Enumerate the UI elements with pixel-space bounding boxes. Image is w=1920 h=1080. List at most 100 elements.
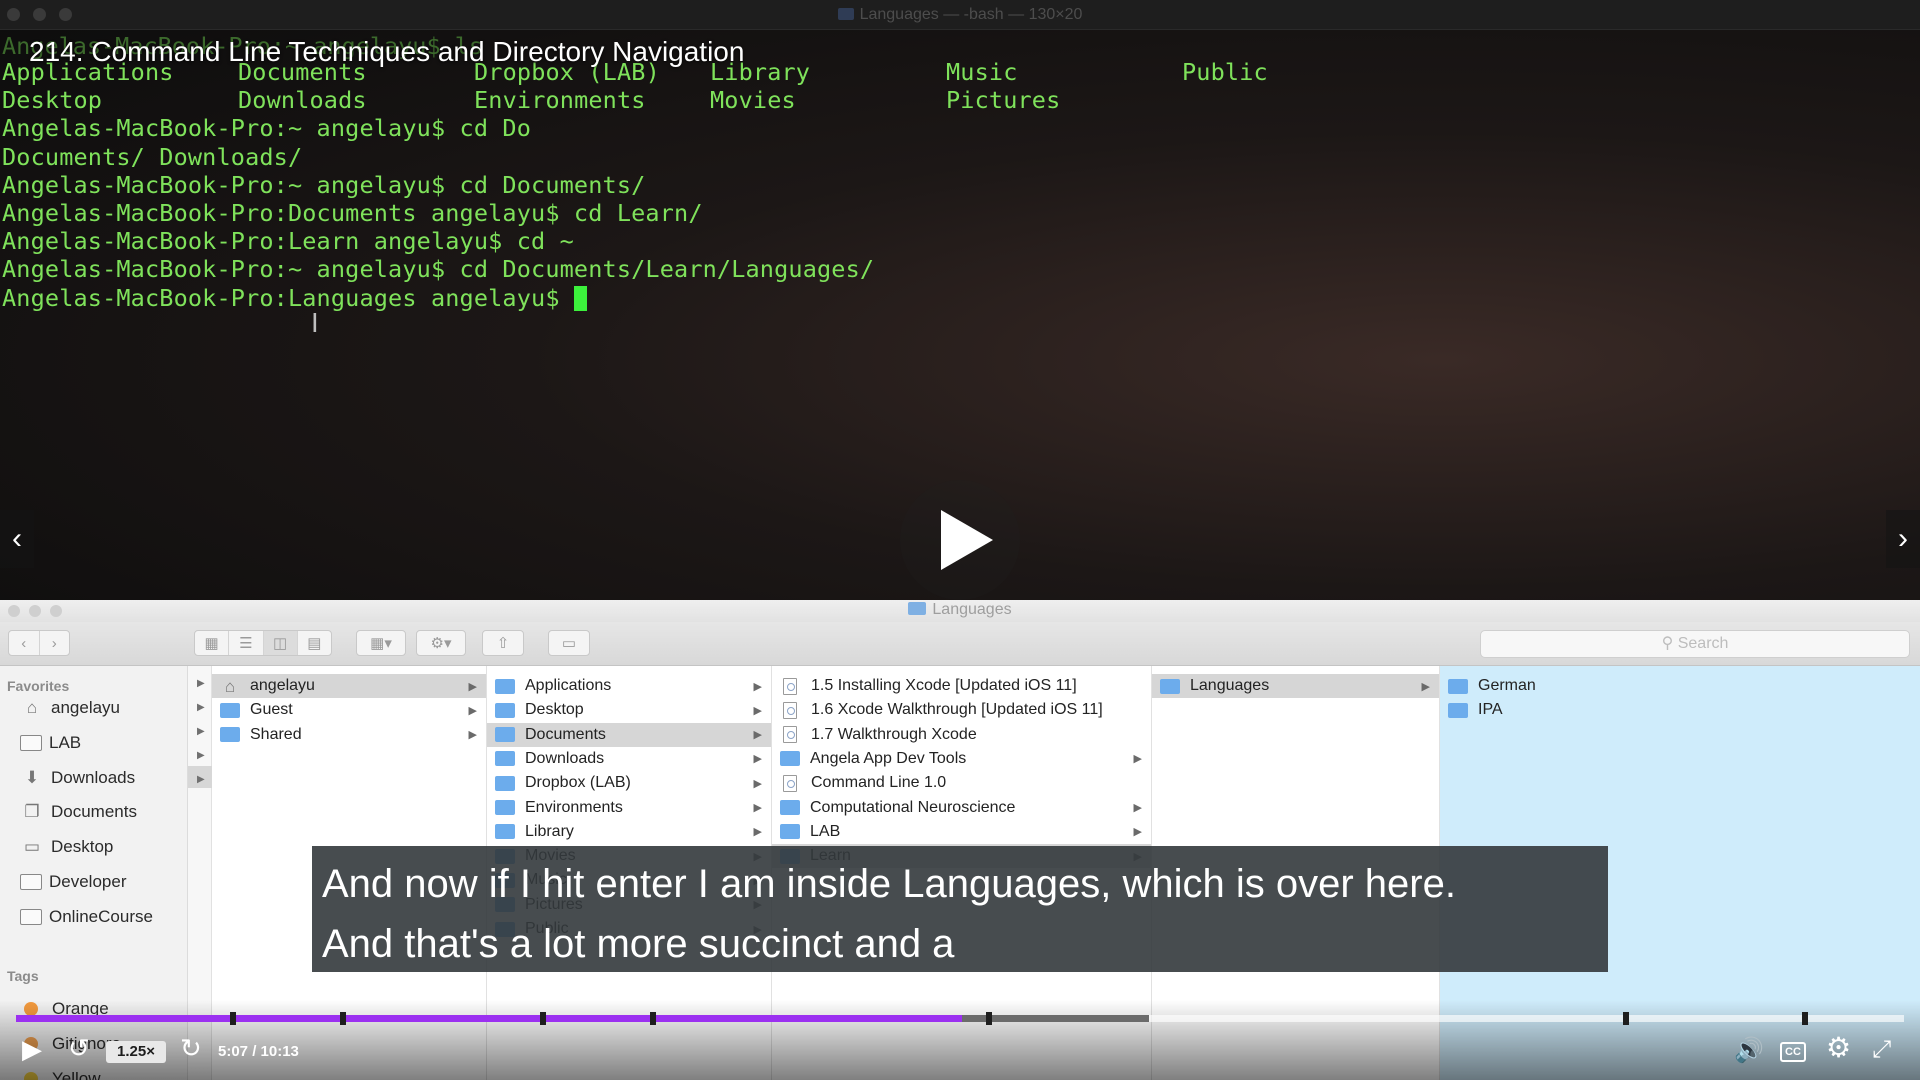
gallery-view-icon[interactable]: ▤ xyxy=(298,631,331,655)
terminal-title: Languages — -bash — 130×20 xyxy=(0,6,1920,24)
play-icon xyxy=(941,510,993,570)
next-lecture-button[interactable]: › xyxy=(1886,510,1920,568)
disclosure-triangle-icon[interactable]: ▶ xyxy=(197,702,205,713)
ls-entry: Library xyxy=(710,58,811,86)
column-view-icon[interactable]: ◫ xyxy=(263,631,298,655)
ls-entry: Pictures xyxy=(946,86,1061,115)
finder-row-label: Dropbox (LAB) xyxy=(525,774,631,792)
finder-row[interactable]: Angela App Dev Tools ▶ xyxy=(772,747,1151,771)
playback-speed-button[interactable]: 1.25× xyxy=(106,1041,166,1063)
disclosure-arrow-icon: ▶ xyxy=(753,729,762,742)
finder-row[interactable]: 1.7 Walkthrough Xcode xyxy=(772,723,1151,747)
sidebar-item-lab[interactable]: LAB xyxy=(20,729,81,757)
exit-fullscreen-button[interactable]: ⤢ xyxy=(1872,1036,1891,1064)
forward-icon: ↻ xyxy=(180,1033,202,1063)
tags-button[interactable]: ▭ xyxy=(548,630,590,656)
finder-row[interactable]: Languages ▶ xyxy=(1152,674,1439,698)
settings-button[interactable]: ⚙ xyxy=(1826,1031,1851,1064)
document-icon xyxy=(783,726,797,744)
back-forward-buttons[interactable]: ‹ › xyxy=(8,630,70,656)
chapter-marker[interactable] xyxy=(1802,1012,1809,1025)
play-button[interactable]: ▶ xyxy=(22,1034,42,1065)
view-mode-buttons[interactable]: ▦ ☰ ◫ ▤ xyxy=(194,630,332,656)
rewind-icon: ↺ xyxy=(68,1033,90,1063)
previous-lecture-button[interactable]: ‹ xyxy=(0,510,34,568)
exit-fullscreen-icon: ⤢ xyxy=(1872,1036,1892,1063)
finder-row[interactable]: Command Line 1.0 xyxy=(772,771,1151,795)
terminal-prompt-line[interactable]: Angelas-MacBook-Pro:Languages angelayu$ xyxy=(2,284,1418,312)
sidebar-item-downloads[interactable]: ⬇ Downloads xyxy=(20,764,135,792)
list-view-icon[interactable]: ☰ xyxy=(229,631,264,655)
share-button[interactable]: ⇧ xyxy=(482,630,524,656)
sidebar-item-documents[interactable]: ❐ Documents xyxy=(20,798,137,826)
sidebar-item-desktop[interactable]: ▭ Desktop xyxy=(20,833,113,861)
back-arrow-icon[interactable]: ‹ xyxy=(9,631,40,655)
big-play-button[interactable] xyxy=(900,480,1020,600)
finder-row[interactable]: Dropbox (LAB) ▶ xyxy=(487,771,771,795)
terminal-line: Angelas-MacBook-Pro:Documents angelayu$ … xyxy=(2,199,703,228)
close-window-button[interactable] xyxy=(8,605,20,617)
finder-row[interactable]: Applications ▶ xyxy=(487,674,771,698)
folder-icon xyxy=(780,824,800,840)
folder-icon xyxy=(780,751,800,767)
finder-row[interactable]: Library ▶ xyxy=(487,820,771,844)
forward-5s-button[interactable]: ↻ xyxy=(180,1033,202,1064)
disclosure-arrow-icon: ▶ xyxy=(468,680,477,693)
progress-bar[interactable] xyxy=(16,1012,1904,1025)
finder-row[interactable]: German xyxy=(1440,674,1920,698)
search-input[interactable]: ⚲ Search xyxy=(1480,630,1910,658)
video-player[interactable]: Languages — -bash — 130×20 Angelas-MacBo… xyxy=(0,0,1920,1080)
folder-icon xyxy=(495,775,515,791)
disclosure-triangle-icon[interactable]: ▶ xyxy=(197,750,205,761)
favorites-heading: Favorites xyxy=(7,678,70,694)
chapter-marker[interactable] xyxy=(1623,1012,1630,1025)
finder-row[interactable]: Shared ▶ xyxy=(212,723,486,747)
folder-icon xyxy=(220,702,240,718)
chapter-marker[interactable] xyxy=(340,1012,347,1025)
disclosure-triangle-icon[interactable]: ▶ xyxy=(197,678,205,689)
group-by-button[interactable]: ▦▾ xyxy=(356,630,406,656)
chapter-marker[interactable] xyxy=(539,1012,546,1025)
finder-row[interactable]: Documents ▶ xyxy=(487,722,771,747)
captions-button[interactable]: CC xyxy=(1780,1042,1806,1062)
finder-row[interactable]: 1.6 Xcode Walkthrough [Updated iOS 11] xyxy=(772,698,1151,722)
folder-icon xyxy=(780,800,800,815)
sidebar-item-angelayu[interactable]: ⌂ angelayu xyxy=(20,694,120,722)
finder-row[interactable]: LAB ▶ xyxy=(772,820,1151,844)
minimize-window-button[interactable] xyxy=(29,605,41,617)
grid-icon: ▦▾ xyxy=(370,635,392,652)
folder-icon xyxy=(908,602,927,615)
volume-button[interactable]: 🔊 xyxy=(1734,1036,1764,1065)
chapter-marker[interactable] xyxy=(229,1012,236,1025)
folder-icon xyxy=(20,874,42,890)
action-button[interactable]: ⚙▾ xyxy=(416,630,466,656)
sidebar-item-onlinecourse[interactable]: OnlineCourse xyxy=(20,903,153,931)
finder-row[interactable]: IPA xyxy=(1440,698,1920,722)
sidebar-item-label: angelayu xyxy=(51,698,121,717)
downloads-icon: ⬇ xyxy=(24,767,40,787)
finder-row[interactable]: Environments ▶ xyxy=(487,796,771,820)
zoom-window-button[interactable] xyxy=(50,605,62,617)
disclosure-triangle-icon[interactable]: ▶ xyxy=(197,726,205,737)
finder-row[interactable]: Guest ▶ xyxy=(212,698,486,722)
icon-view-icon[interactable]: ▦ xyxy=(195,631,230,655)
terminal-titlebar: Languages — -bash — 130×20 xyxy=(0,0,1920,30)
play-icon: ▶ xyxy=(22,1034,42,1064)
finder-row-label: Shared xyxy=(250,725,302,743)
home-icon: ⌂ xyxy=(224,676,236,696)
finder-row[interactable]: 1.5 Installing Xcode [Updated iOS 11] xyxy=(772,674,1151,698)
rewind-5s-button[interactable]: ↺ xyxy=(68,1033,90,1064)
chapter-marker[interactable] xyxy=(650,1012,657,1025)
document-icon xyxy=(783,774,797,792)
sidebar-item-developer[interactable]: Developer xyxy=(20,868,127,896)
finder-row[interactable]: Downloads ▶ xyxy=(487,747,771,771)
terminal-output[interactable]: Applications Documents Dropbox (LAB) Librar… xyxy=(2,58,1418,312)
forward-arrow-icon[interactable]: › xyxy=(40,631,70,655)
finder-row[interactable]: Desktop ▶ xyxy=(487,698,771,722)
chapter-marker[interactable] xyxy=(986,1012,993,1025)
disclosure-triangle-icon[interactable]: ▶ xyxy=(197,774,205,785)
desktop-icon: ▭ xyxy=(23,837,41,857)
finder-row[interactable]: Computational Neuroscience ▶ xyxy=(772,796,1151,820)
disclosure-arrow-icon: ▶ xyxy=(1133,826,1142,839)
finder-row[interactable]: ⌂ angelayu ▶ xyxy=(212,674,486,698)
